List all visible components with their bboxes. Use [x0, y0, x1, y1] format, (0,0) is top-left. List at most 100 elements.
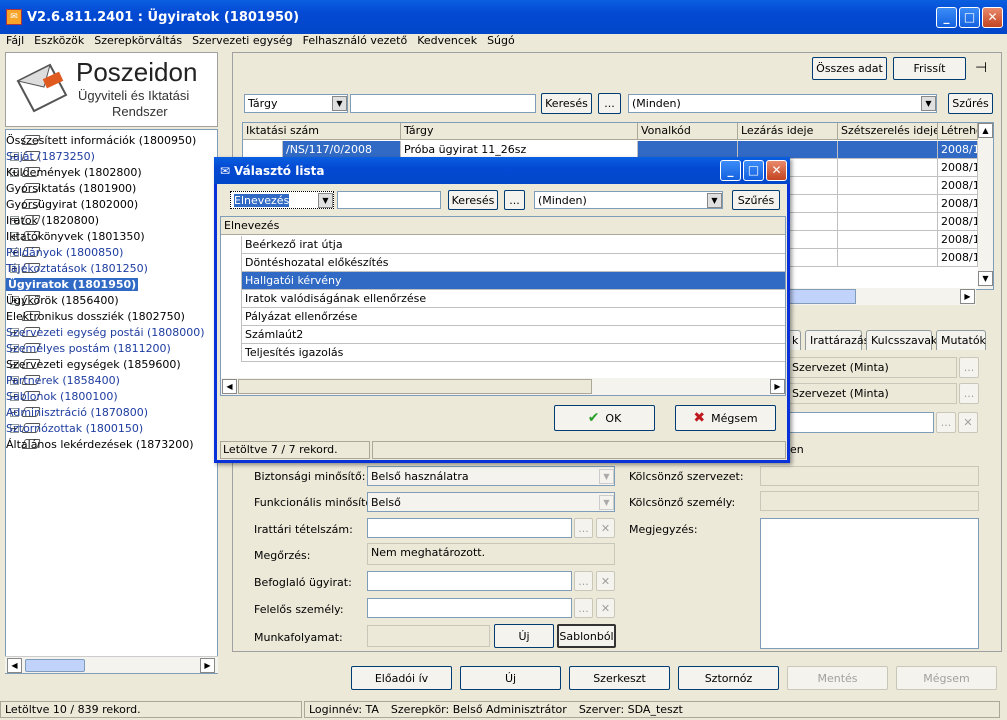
list-item[interactable]: Hallgatói kérvény	[241, 272, 785, 290]
dialog-minimize-button[interactable]: _	[720, 160, 741, 181]
lookup-button[interactable]: ...	[936, 412, 956, 433]
dialog-filter-select[interactable]: (Minden) ▼	[534, 191, 723, 209]
grid-horizontal-scrollbar[interactable]: ▶	[780, 288, 976, 305]
filter-button[interactable]: Szűrés	[948, 93, 993, 114]
scroll-left-icon[interactable]: ◀	[7, 658, 22, 673]
dialog-maximize-button[interactable]: □	[743, 160, 764, 181]
edit-button[interactable]: Szerkeszt	[569, 666, 670, 690]
dialog-cancel-button[interactable]: ✖ Mégsem	[675, 405, 776, 431]
scroll-down-icon[interactable]: ▼	[978, 271, 993, 286]
tree-item[interactable]: + Szervezeti egység postái (1808000)	[6, 324, 217, 340]
lookup-button[interactable]: ...	[574, 598, 593, 618]
org-lookup-button[interactable]: ...	[959, 357, 979, 378]
scroll-right-icon[interactable]: ▶	[960, 289, 975, 304]
dialog-more-button[interactable]: ...	[504, 190, 525, 210]
tree-item[interactable]: Általános lekérdezések (1873200)	[6, 436, 217, 452]
tab-indicators[interactable]: Mutatók	[936, 330, 986, 350]
scroll-thumb[interactable]	[780, 289, 856, 304]
table-cell[interactable]: 2008/11	[938, 249, 978, 267]
archive-item-input[interactable]	[367, 518, 572, 538]
menu-role-switch[interactable]: Szerepkörváltás	[94, 34, 182, 48]
dialog-close-button[interactable]: ✕	[766, 160, 787, 181]
close-button[interactable]: ✕	[982, 6, 1003, 28]
clear-x-icon[interactable]: ✕	[596, 598, 615, 618]
menu-file[interactable]: Fájl	[6, 34, 24, 48]
pin-icon[interactable]: ⊣	[975, 60, 987, 76]
cancel-record-button[interactable]: Sztornóz	[678, 666, 779, 690]
table-cell[interactable]	[838, 141, 938, 159]
table-cell[interactable]: 2008/11	[938, 177, 978, 195]
list-item[interactable]: Pályázat ellenőrzése	[241, 308, 785, 326]
tab-archiving[interactable]: Irattárazás	[805, 330, 869, 350]
list-item[interactable]: Számlaút2	[241, 326, 785, 344]
search-button[interactable]: Keresés	[541, 93, 592, 114]
functional-select[interactable]: Belső ▼	[367, 492, 615, 512]
tree-item[interactable]: + Sablonok (1800100)	[6, 388, 217, 404]
column-header[interactable]: Lezárás ideje	[738, 123, 838, 140]
from-template-button[interactable]: Sablonból	[557, 624, 616, 648]
dialog-search-input[interactable]	[337, 191, 441, 209]
scroll-right-icon[interactable]: ▶	[200, 658, 215, 673]
detail-input[interactable]	[788, 412, 934, 433]
dialog-ok-button[interactable]: ✔ OK	[554, 405, 655, 431]
menu-org-unit[interactable]: Szervezeti egység	[192, 34, 292, 48]
table-cell[interactable]	[838, 213, 938, 231]
tree-item[interactable]: Gyorsügyirat (1802000)	[6, 196, 217, 212]
table-cell[interactable]: 2008/11	[938, 141, 978, 159]
menu-tools[interactable]: Eszközök	[34, 34, 84, 48]
column-header[interactable]: Iktatási szám	[243, 123, 401, 140]
table-cell[interactable]	[838, 249, 938, 267]
scroll-left-icon[interactable]: ◀	[222, 379, 237, 394]
list-item[interactable]: Teljesítés igazolás	[241, 344, 785, 362]
dialog-column-header[interactable]: Elnevezés	[221, 217, 785, 235]
table-cell[interactable]	[838, 159, 938, 177]
notes-textarea[interactable]	[760, 518, 979, 649]
grid-vertical-scrollbar[interactable]: ▲ ▼	[978, 123, 993, 289]
list-item[interactable]: Iratok valódiságának ellenőrzése	[241, 290, 785, 308]
tree-item[interactable]: + Tájékoztatások (1801250)	[6, 260, 217, 276]
dropdown-arrow-icon[interactable]: ▼	[332, 96, 347, 111]
tree-item[interactable]: + Példányok (1800850)	[6, 244, 217, 260]
scroll-up-icon[interactable]: ▲	[978, 123, 993, 138]
menu-help[interactable]: Súgó	[487, 34, 515, 48]
parent-file-input[interactable]	[367, 571, 572, 591]
dialog-horizontal-scrollbar[interactable]: ◀ ▶	[221, 378, 785, 395]
column-header[interactable]: Tárgy	[401, 123, 638, 140]
table-cell[interactable]: 2008/11	[938, 231, 978, 249]
table-cell[interactable]	[838, 195, 938, 213]
save-button[interactable]: Mentés	[787, 666, 888, 690]
filter-select[interactable]: (Minden) ▼	[628, 94, 937, 113]
menu-favorites[interactable]: Kedvencek	[417, 34, 477, 48]
more-button[interactable]: ...	[598, 93, 621, 114]
tree-item[interactable]: Összesített információk (1800950)	[6, 132, 217, 148]
lecturer-sheet-button[interactable]: Előadói ív	[351, 666, 452, 690]
table-cell[interactable]	[838, 231, 938, 249]
tree-item[interactable]: + Küldemények (1802800)	[6, 164, 217, 180]
tree-item[interactable]: + Iktatókönyvek (1801350)	[6, 228, 217, 244]
dropdown-arrow-icon[interactable]: ▼	[921, 96, 936, 111]
list-item[interactable]: Döntéshozatal előkészítés	[241, 254, 785, 272]
tree-item[interactable]: + Adminisztráció (1870800)	[6, 404, 217, 420]
scroll-thumb[interactable]	[238, 379, 592, 394]
scroll-right-icon[interactable]: ▶	[770, 379, 785, 394]
dialog-filter-button[interactable]: Szűrés	[732, 190, 780, 210]
security-select[interactable]: Belső használatra ▼	[367, 466, 615, 486]
clear-x-icon[interactable]: ✕	[958, 412, 978, 433]
tab-keywords[interactable]: Kulcsszavak	[866, 330, 937, 350]
tree-horizontal-scrollbar[interactable]: ◀ ▶	[5, 656, 218, 673]
responsible-input[interactable]	[367, 598, 572, 618]
maximize-button[interactable]: □	[959, 6, 980, 28]
dropdown-arrow-icon[interactable]: ▼	[599, 468, 614, 484]
menu-user-manager[interactable]: Felhasználó vezető	[303, 34, 408, 48]
table-cell[interactable]: 2008/11	[938, 213, 978, 231]
dropdown-arrow-icon[interactable]: ▼	[599, 494, 614, 510]
org-lookup-button[interactable]: ...	[959, 383, 979, 404]
clear-x-icon[interactable]: ✕	[596, 571, 615, 591]
dropdown-arrow-icon[interactable]: ▼	[707, 192, 722, 208]
tree-item[interactable]: + Ügykörök (1856400)	[6, 292, 217, 308]
search-field-select[interactable]: Tárgy ▼	[244, 94, 348, 113]
dialog-search-field-select[interactable]: Elnevezés ▼	[230, 191, 334, 209]
all-data-button[interactable]: Összes adat	[812, 57, 887, 80]
tree-item[interactable]: + Szervezeti egységek (1859600)	[6, 356, 217, 372]
scroll-thumb[interactable]	[25, 659, 85, 672]
